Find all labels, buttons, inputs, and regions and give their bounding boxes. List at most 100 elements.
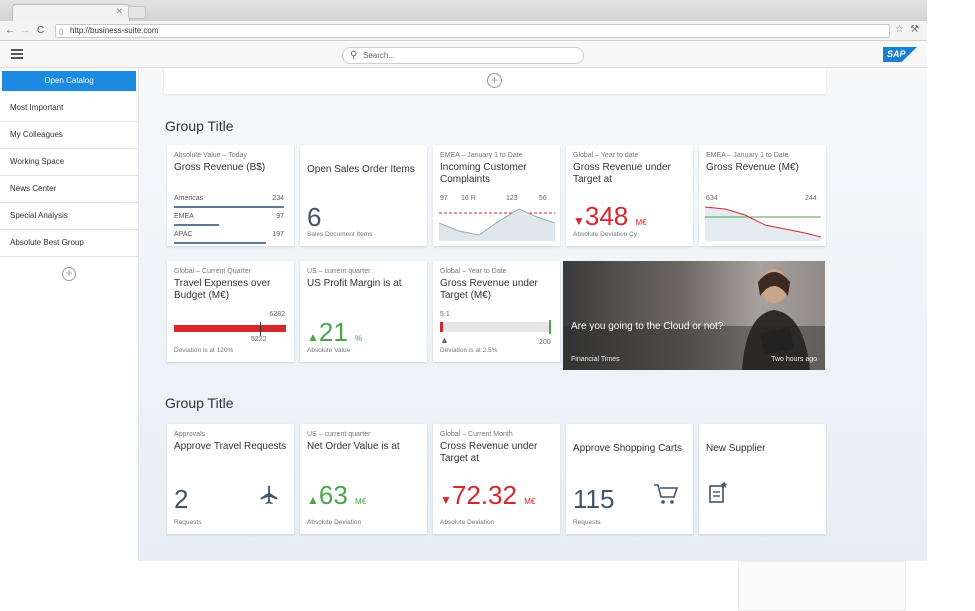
tile-value: 6 [307, 202, 322, 232]
kpi-unit: % [355, 334, 363, 343]
search-placeholder: Search... [363, 51, 396, 60]
tile-gross-revenue-under-target-me[interactable]: Global – Year to Date Gross Revenue unde… [433, 261, 560, 362]
group-title: Group Title [165, 118, 234, 134]
sidebar-item-most-important[interactable]: Most Important [0, 95, 138, 122]
star-icon[interactable]: ☆ [895, 24, 904, 35]
tile-subtitle: Global – Current Month [440, 431, 513, 438]
search-icon: ⚲ [350, 50, 358, 61]
url-bar: ← → C ▯ http://business-suite.com ☆ ⚒ [0, 21, 927, 41]
row-label: EMEA [174, 213, 194, 220]
reload-icon[interactable]: C [37, 24, 44, 38]
row-bar [174, 224, 220, 226]
tile-gross-revenue-under-target[interactable]: Global – Year to date Gross Revenue unde… [566, 145, 693, 246]
tile-footer: Absolute Deviation Çy [573, 231, 637, 238]
sidebar-item-absolute-best-group[interactable]: Absolute Best Group [0, 230, 138, 257]
address-field[interactable]: ▯ http://business-suite.com [55, 24, 890, 38]
tile-subtitle: Absolute Value – Today [174, 152, 247, 159]
tile-value: 115 [573, 484, 615, 514]
tile-news-article[interactable]: Are you going to the Cloud or not? Finan… [563, 261, 825, 370]
tile-incoming-complaints[interactable]: EMEA – January 1 to Date Incoming Custom… [433, 145, 560, 246]
tab-bar: ✕ [0, 0, 927, 21]
tile-subtitle: EMEA – January 1 to Date [440, 152, 523, 159]
tile-value: 2 [174, 484, 189, 514]
progress-value: 5.1 [440, 311, 450, 318]
row-label: Americas [174, 195, 204, 202]
tile-title: Cross Revenue under Target at [440, 441, 538, 464]
shell-bar: ⚲ Search... SAP [0, 42, 927, 68]
tile-title: Gross Revenue (M€) [706, 162, 799, 173]
news-source: Financial Times [571, 356, 620, 363]
row-bar [174, 242, 267, 244]
tile-subtitle: Global – Current Quarter [174, 268, 252, 275]
tile-gross-revenue-me[interactable]: EMEA – January 1 to Date Gross Revenue (… [699, 145, 826, 246]
up-arrow-icon: ▲ [307, 330, 319, 344]
tile-title: New Supplier [706, 443, 766, 454]
news-time: Two hours ago [771, 356, 817, 363]
tile-approve-shopping-carts[interactable]: Approve Shopping Carts 115 Requests [566, 424, 693, 534]
sap-logo: SAP [883, 47, 917, 62]
tile-footer: Sales Document Items [307, 231, 373, 238]
add-group-icon[interactable]: + [62, 267, 76, 281]
actual-value: 6282 [269, 311, 285, 318]
tile-title: Approve Travel Requests [174, 441, 287, 452]
row-value: 234 [272, 195, 284, 202]
kpi-number: 63 [318, 480, 348, 510]
news-overlay [563, 326, 825, 370]
tile-approve-travel[interactable]: Approvals Approve Travel Requests 2 Requ… [167, 424, 294, 534]
down-arrow-icon: ▼ [440, 493, 452, 507]
tile-cross-revenue[interactable]: Global – Current Month Cross Revenue und… [433, 424, 560, 534]
sidebar: Open Catalog Most Important My Colleague… [0, 68, 139, 561]
tile-footer: Absolute Deviation [440, 519, 495, 526]
tile-title: Gross Revenue under Target at [573, 162, 671, 185]
kpi-number: 348 [584, 201, 629, 231]
new-tab-button[interactable] [128, 6, 146, 19]
shopping-cart-icon [654, 484, 679, 504]
tile-footer: Absolute Value [307, 347, 351, 354]
sidebar-item-special-analysis[interactable]: Special Analysis [0, 203, 138, 230]
row-value: 197 [272, 231, 284, 238]
tile-subtitle: US – current quarter [307, 431, 371, 438]
group-title: Group Title [165, 395, 234, 411]
tile-subtitle: Global – Year to Date [440, 268, 507, 275]
search-input[interactable]: ⚲ Search... [342, 47, 584, 64]
area-fill [439, 209, 555, 241]
line-chart [705, 206, 821, 241]
chart-label: 97 [440, 195, 448, 202]
background-panel [738, 561, 906, 611]
tile-subtitle: Global – Year to date [573, 152, 639, 159]
tile-us-profit-margin[interactable]: US – current quarter US Profit Margin is… [300, 261, 427, 362]
tile-new-supplier[interactable]: New Supplier [699, 424, 826, 534]
sidebar-item-working-space[interactable]: Working Space [0, 149, 138, 176]
chart-label: 16 R [461, 195, 476, 202]
chart-label: 56 [539, 195, 547, 202]
tile-footer: Deviation is at 120% [174, 347, 234, 354]
open-catalog-button[interactable]: Open Catalog [2, 71, 136, 91]
forward-icon[interactable]: → [20, 24, 30, 38]
tile-net-order-value[interactable]: US – current quarter Net Order Value is … [300, 424, 427, 534]
warning-icon: ▲ [440, 335, 449, 345]
tile-title: Open Sales Order Items [307, 164, 415, 175]
sidebar-item-news-center[interactable]: News Center [0, 176, 138, 203]
menu-icon[interactable] [11, 49, 23, 59]
tile-footer: Absolute Deviation [307, 519, 362, 526]
target-marker [260, 322, 261, 336]
browser-window: ✕ ← → C ▯ http://business-suite.com ☆ ⚒ … [0, 0, 927, 561]
sidebar-item-my-colleagues[interactable]: My Colleagues [0, 122, 138, 149]
tile-travel-expenses[interactable]: Global – Current Quarter Travel Expenses… [167, 261, 294, 362]
tile-open-sales-order[interactable]: Open Sales Order Items 6 Sales Document … [300, 145, 427, 246]
app: ✕ ← → C ▯ http://business-suite.com ☆ ⚒ … [0, 0, 975, 611]
kpi-unit: M€ [635, 218, 647, 227]
target-value: 5222 [251, 336, 267, 343]
max-value: 200 [539, 339, 551, 346]
tile-title: Net Order Value is at [307, 441, 400, 452]
wrench-icon[interactable]: ⚒ [910, 24, 919, 35]
tile-title: Approve Shopping Carts [573, 443, 682, 454]
tile-gross-revenue-bs[interactable]: Absolute Value – Today Gross Revenue (B$… [167, 145, 294, 246]
browser-tab[interactable]: ✕ [12, 4, 130, 21]
close-tab-icon[interactable]: ✕ [115, 6, 123, 17]
tile-title: Incoming Customer Complaints [440, 162, 527, 185]
tile-title: Travel Expenses over Budget (M€) [174, 278, 271, 301]
back-icon[interactable]: ← [5, 24, 15, 38]
plus-circle-icon[interactable]: + [487, 73, 502, 88]
chart-label: 244 [805, 195, 817, 202]
